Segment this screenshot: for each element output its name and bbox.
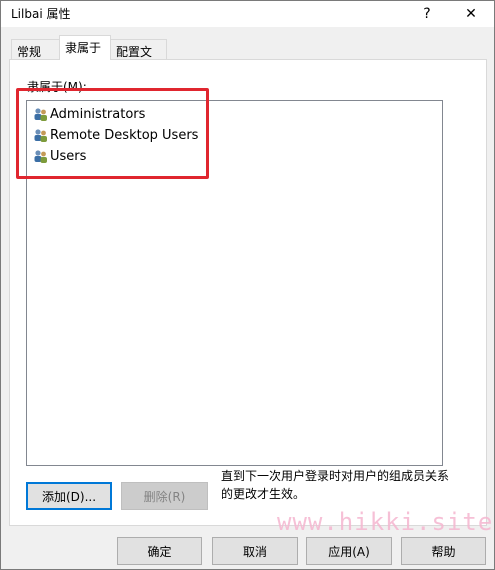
tab-general[interactable]: 常规 (11, 39, 60, 60)
group-list[interactable]: Administrators Remote Desktop Users User… (26, 100, 443, 466)
group-name: Administrators (50, 106, 146, 122)
properties-dialog: Lilbai 属性 ? ✕ 常规 隶属于 配置文件 隶属于(M): Admini… (0, 0, 495, 570)
list-item[interactable]: Administrators (33, 105, 145, 123)
group-icon (33, 128, 48, 143)
group-icon (33, 149, 48, 164)
tab-profile[interactable]: 配置文件 (110, 39, 167, 76)
member-of-panel: 隶属于(M): Administrators Remote Desktop Us… (9, 59, 487, 526)
group-icon (33, 107, 48, 122)
help-button[interactable]: 帮助 (401, 537, 486, 565)
group-name: Users (50, 148, 87, 164)
member-of-label: 隶属于(M): (27, 80, 87, 94)
close-icon[interactable]: ✕ (449, 1, 493, 27)
ok-button[interactable]: 确定 (117, 537, 202, 565)
list-item[interactable]: Users (33, 147, 86, 165)
membership-note: 直到下一次用户登录时对用户的组成员关系的更改才生效。 (221, 469, 450, 501)
window-title: Lilbai 属性 (11, 7, 71, 21)
list-item[interactable]: Remote Desktop Users (33, 126, 198, 144)
remove-button[interactable]: 删除(R) (121, 482, 208, 510)
tab-strip: 常规 隶属于 配置文件 (1, 35, 494, 76)
apply-button[interactable]: 应用(A) (306, 537, 392, 565)
cancel-button[interactable]: 取消 (212, 537, 298, 565)
group-name: Remote Desktop Users (50, 127, 199, 143)
add-button[interactable]: 添加(D)... (26, 482, 112, 510)
tab-member-of[interactable]: 隶属于 (59, 35, 111, 60)
help-icon[interactable]: ? (405, 1, 449, 27)
title-bar: Lilbai 属性 ? ✕ (1, 1, 494, 27)
